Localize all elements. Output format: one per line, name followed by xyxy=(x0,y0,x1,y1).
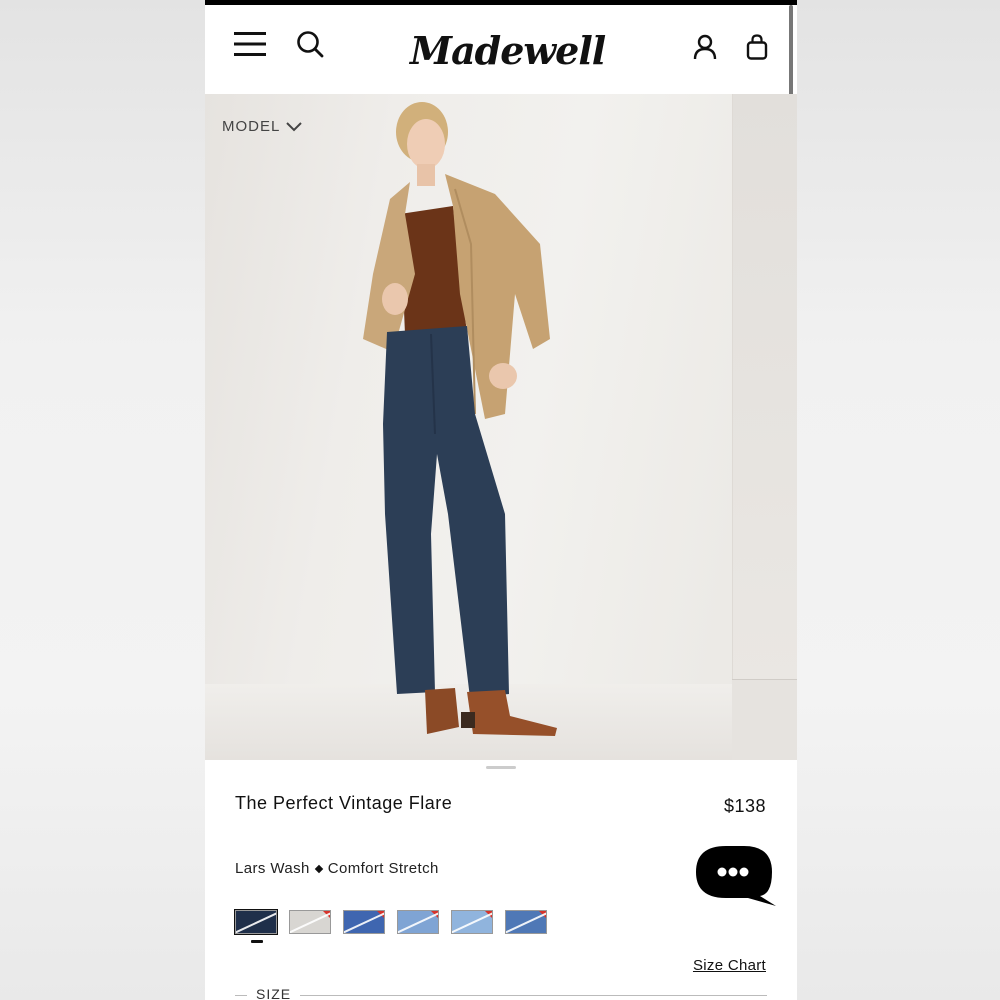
sale-flag-icon xyxy=(377,911,384,918)
wash-name: Lars Wash xyxy=(235,860,310,877)
product-image-gallery[interactable]: MODEL xyxy=(205,94,797,760)
menu-button[interactable] xyxy=(229,25,271,63)
bag-button[interactable] xyxy=(741,29,773,65)
size-label: SIZE xyxy=(247,986,301,1000)
brand-logo[interactable]: Madewell xyxy=(410,23,606,79)
sale-flag-icon xyxy=(323,911,330,918)
sale-flag-icon xyxy=(431,911,438,918)
product-price: $138 xyxy=(723,796,766,816)
color-swatch-4[interactable] xyxy=(397,910,439,934)
size-chart-link[interactable]: Size Chart xyxy=(693,957,766,974)
size-divider xyxy=(235,995,767,996)
chat-button[interactable] xyxy=(696,844,776,906)
sale-flag-icon xyxy=(539,911,546,918)
drag-handle[interactable] xyxy=(486,766,516,769)
color-swatch-1[interactable] xyxy=(234,909,278,935)
product-title: The Perfect Vintage Flare xyxy=(235,793,453,813)
search-button[interactable] xyxy=(291,25,329,63)
color-swatch-3[interactable] xyxy=(343,910,385,934)
account-button[interactable] xyxy=(689,29,721,65)
site-header: Madewell xyxy=(205,5,797,94)
account-icon xyxy=(693,34,717,60)
size-section-header: SIZE xyxy=(235,986,767,1000)
color-swatch-2[interactable] xyxy=(289,910,331,934)
model-selector-label: MODEL xyxy=(222,118,281,135)
next-gallery-image-peek[interactable] xyxy=(732,94,797,760)
chevron-down-icon xyxy=(286,121,303,131)
color-swatch-list xyxy=(234,909,547,935)
fit-name: Comfort Stretch xyxy=(327,860,439,877)
selected-swatch-indicator xyxy=(251,940,263,943)
sale-flag-icon xyxy=(485,911,492,918)
color-swatch-6[interactable] xyxy=(505,910,547,934)
search-icon xyxy=(297,31,324,58)
chat-bubble-icon xyxy=(696,846,776,906)
product-details-panel: The Perfect Vintage Flare $138 Lars Wash… xyxy=(205,760,797,1000)
color-swatch-5[interactable] xyxy=(451,910,493,934)
diamond-separator-icon xyxy=(314,864,323,873)
shopping-bag-icon xyxy=(746,34,768,60)
hamburger-menu-icon xyxy=(234,32,266,56)
model-selector-toggle[interactable]: MODEL xyxy=(222,118,303,135)
model-photo xyxy=(363,102,557,736)
product-variant-info: Lars Wash Comfort Stretch xyxy=(235,860,439,877)
app-screen: Madewell MODEL The Perfect Vintage Flare… xyxy=(205,0,797,1000)
next-image-floor xyxy=(732,679,797,760)
